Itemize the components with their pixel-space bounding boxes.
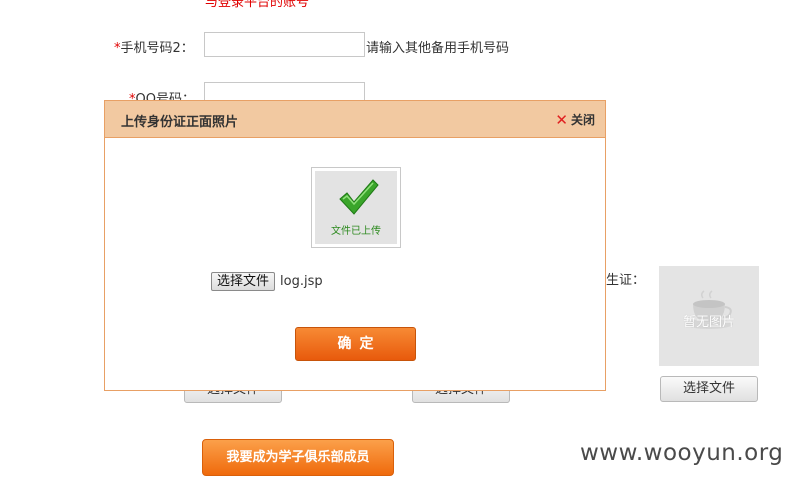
join-club-button[interactable]: 我要成为学子俱乐部成员 [202,439,394,476]
cutoff-note: 与登录平台的账号 [205,0,310,10]
close-icon: ✕ [555,110,568,129]
checkmark-icon [339,179,379,215]
dialog-header: 上传身份证正面照片 ✕ 关闭 [105,101,605,138]
watermark: www.wooyun.org [580,440,784,466]
file-row: 选择文件 log.jsp [211,272,323,291]
phone2-input[interactable] [204,32,365,57]
phone2-label: *手机号码2： [114,37,194,56]
no-image-text: 暂无图片 [682,315,735,330]
upload-preview: 文件已上传 [311,167,401,248]
dialog-close-button[interactable]: ✕ 关闭 [555,111,595,128]
student-card-label: 生证： [606,273,646,288]
phone2-label-text: 手机号码2： [120,41,194,56]
choose-file-button-3[interactable]: 选择文件 [660,376,758,402]
dialog-close-label: 关闭 [570,113,595,127]
no-image-placeholder: 暂无图片 [659,266,759,366]
selected-file-name: log.jsp [280,274,323,289]
upload-preview-inner: 文件已上传 [315,171,397,244]
dialog-choose-file-button[interactable]: 选择文件 [211,272,276,291]
dialog-title: 上传身份证正面照片 [121,115,239,130]
registration-page: 与登录平台的账号 *手机号码2： 请输入其他备用手机号码 *QQ号码： 生证： … [0,0,786,484]
confirm-button[interactable]: 确定 [295,327,416,361]
upload-id-dialog: 上传身份证正面照片 ✕ 关闭 文件已上传 选择文件 log.jsp 确定 [104,100,606,391]
phone2-hint: 请输入其他备用手机号码 [366,41,510,56]
uploaded-status: 文件已上传 [331,226,381,237]
